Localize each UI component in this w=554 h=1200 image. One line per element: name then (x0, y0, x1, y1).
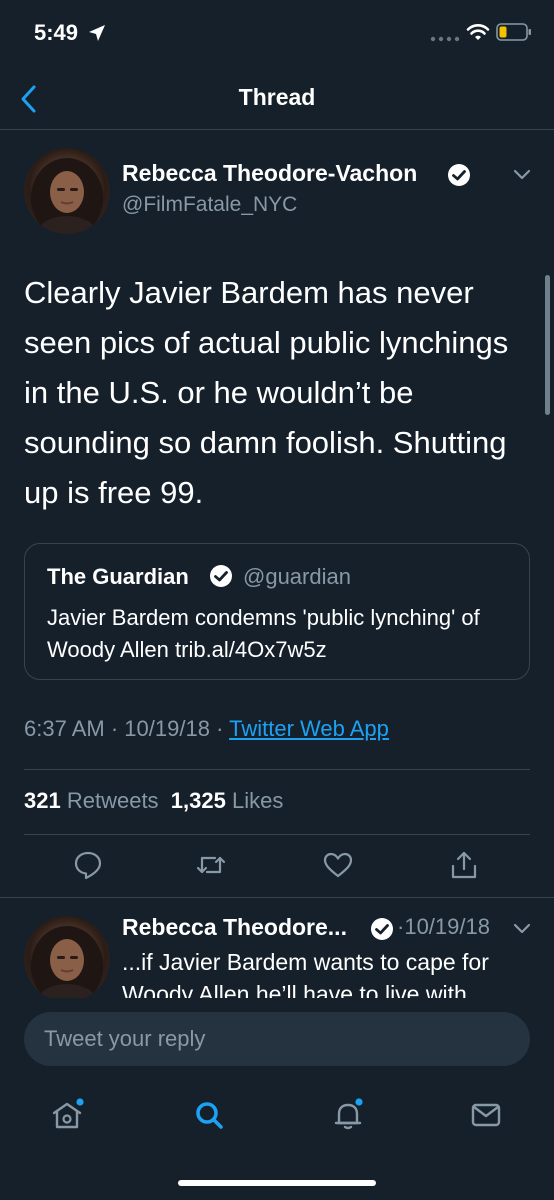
author-handle[interactable]: @FilmFatale_NYC (122, 193, 297, 217)
verified-badge-icon (448, 164, 470, 186)
quoted-tweet-text: Javier Bardem condemns 'public lynching'… (47, 605, 480, 662)
retweets-label[interactable]: Retweets (67, 788, 159, 813)
quoted-author-handle: @guardian (243, 564, 351, 589)
reply-input[interactable] (24, 1012, 530, 1066)
likes-count[interactable]: 1,325 (171, 788, 226, 813)
reply-author-name[interactable]: Rebecca Theodore... (122, 914, 347, 941)
tweet-time: 6:37 AM (24, 716, 105, 741)
verified-badge-icon (210, 565, 232, 587)
tweet-text: Clearly Javier Bardem has never seen pic… (24, 275, 509, 510)
meta-separator: · (216, 716, 224, 741)
tweet-stats: 321 Retweets 1,325 Likes (24, 788, 283, 814)
search-icon[interactable] (192, 1098, 226, 1132)
messages-icon[interactable] (469, 1098, 503, 1132)
heart-icon[interactable] (323, 850, 353, 880)
retweet-icon[interactable] (196, 850, 226, 880)
share-icon[interactable] (449, 850, 479, 880)
chevron-down-icon[interactable] (512, 922, 532, 936)
tweet-source-link[interactable]: Twitter Web App (229, 716, 389, 741)
avatar-photo (31, 158, 103, 234)
divider (0, 897, 554, 898)
wifi-icon (466, 24, 490, 40)
avatar[interactable] (24, 916, 110, 1002)
reply-date: ·10/19/18 (397, 914, 490, 940)
reply-date-value: 10/19/18 (404, 914, 490, 939)
likes-label[interactable]: Likes (232, 788, 283, 813)
reply-icon[interactable] (73, 850, 103, 880)
status-bar: 5:49 (0, 0, 554, 68)
avatar-photo (31, 926, 103, 1002)
quoted-author-name: The Guardian (47, 564, 189, 589)
avatar[interactable] (24, 148, 110, 234)
battery-icon (496, 23, 531, 41)
author-name[interactable]: Rebecca Theodore-Vachon (122, 160, 417, 187)
chevron-down-icon[interactable] (512, 168, 532, 182)
signal-icon (430, 36, 460, 42)
quoted-tweet-card[interactable]: The Guardian @guardian Javier Bardem con… (24, 543, 530, 680)
status-time: 5:49 (34, 20, 79, 45)
tweet-meta: 6:37 AM · 10/19/18 · Twitter Web App (24, 716, 389, 742)
divider (24, 834, 530, 835)
reply-tweet-text: ...if Javier Bardem wants to cape for Wo… (122, 949, 489, 998)
home-icon[interactable] (50, 1098, 84, 1132)
location-arrow-icon (89, 25, 105, 41)
scrollbar[interactable] (545, 275, 550, 415)
divider (24, 769, 530, 770)
notifications-icon[interactable] (331, 1098, 365, 1132)
tweet-date: 10/19/18 (124, 716, 210, 741)
verified-badge-icon (371, 918, 393, 940)
nav-bar: Thread (0, 68, 554, 130)
meta-separator: · (110, 716, 119, 741)
page-title: Thread (238, 84, 316, 110)
retweets-count[interactable]: 321 (24, 788, 61, 813)
home-indicator[interactable] (178, 1180, 376, 1186)
